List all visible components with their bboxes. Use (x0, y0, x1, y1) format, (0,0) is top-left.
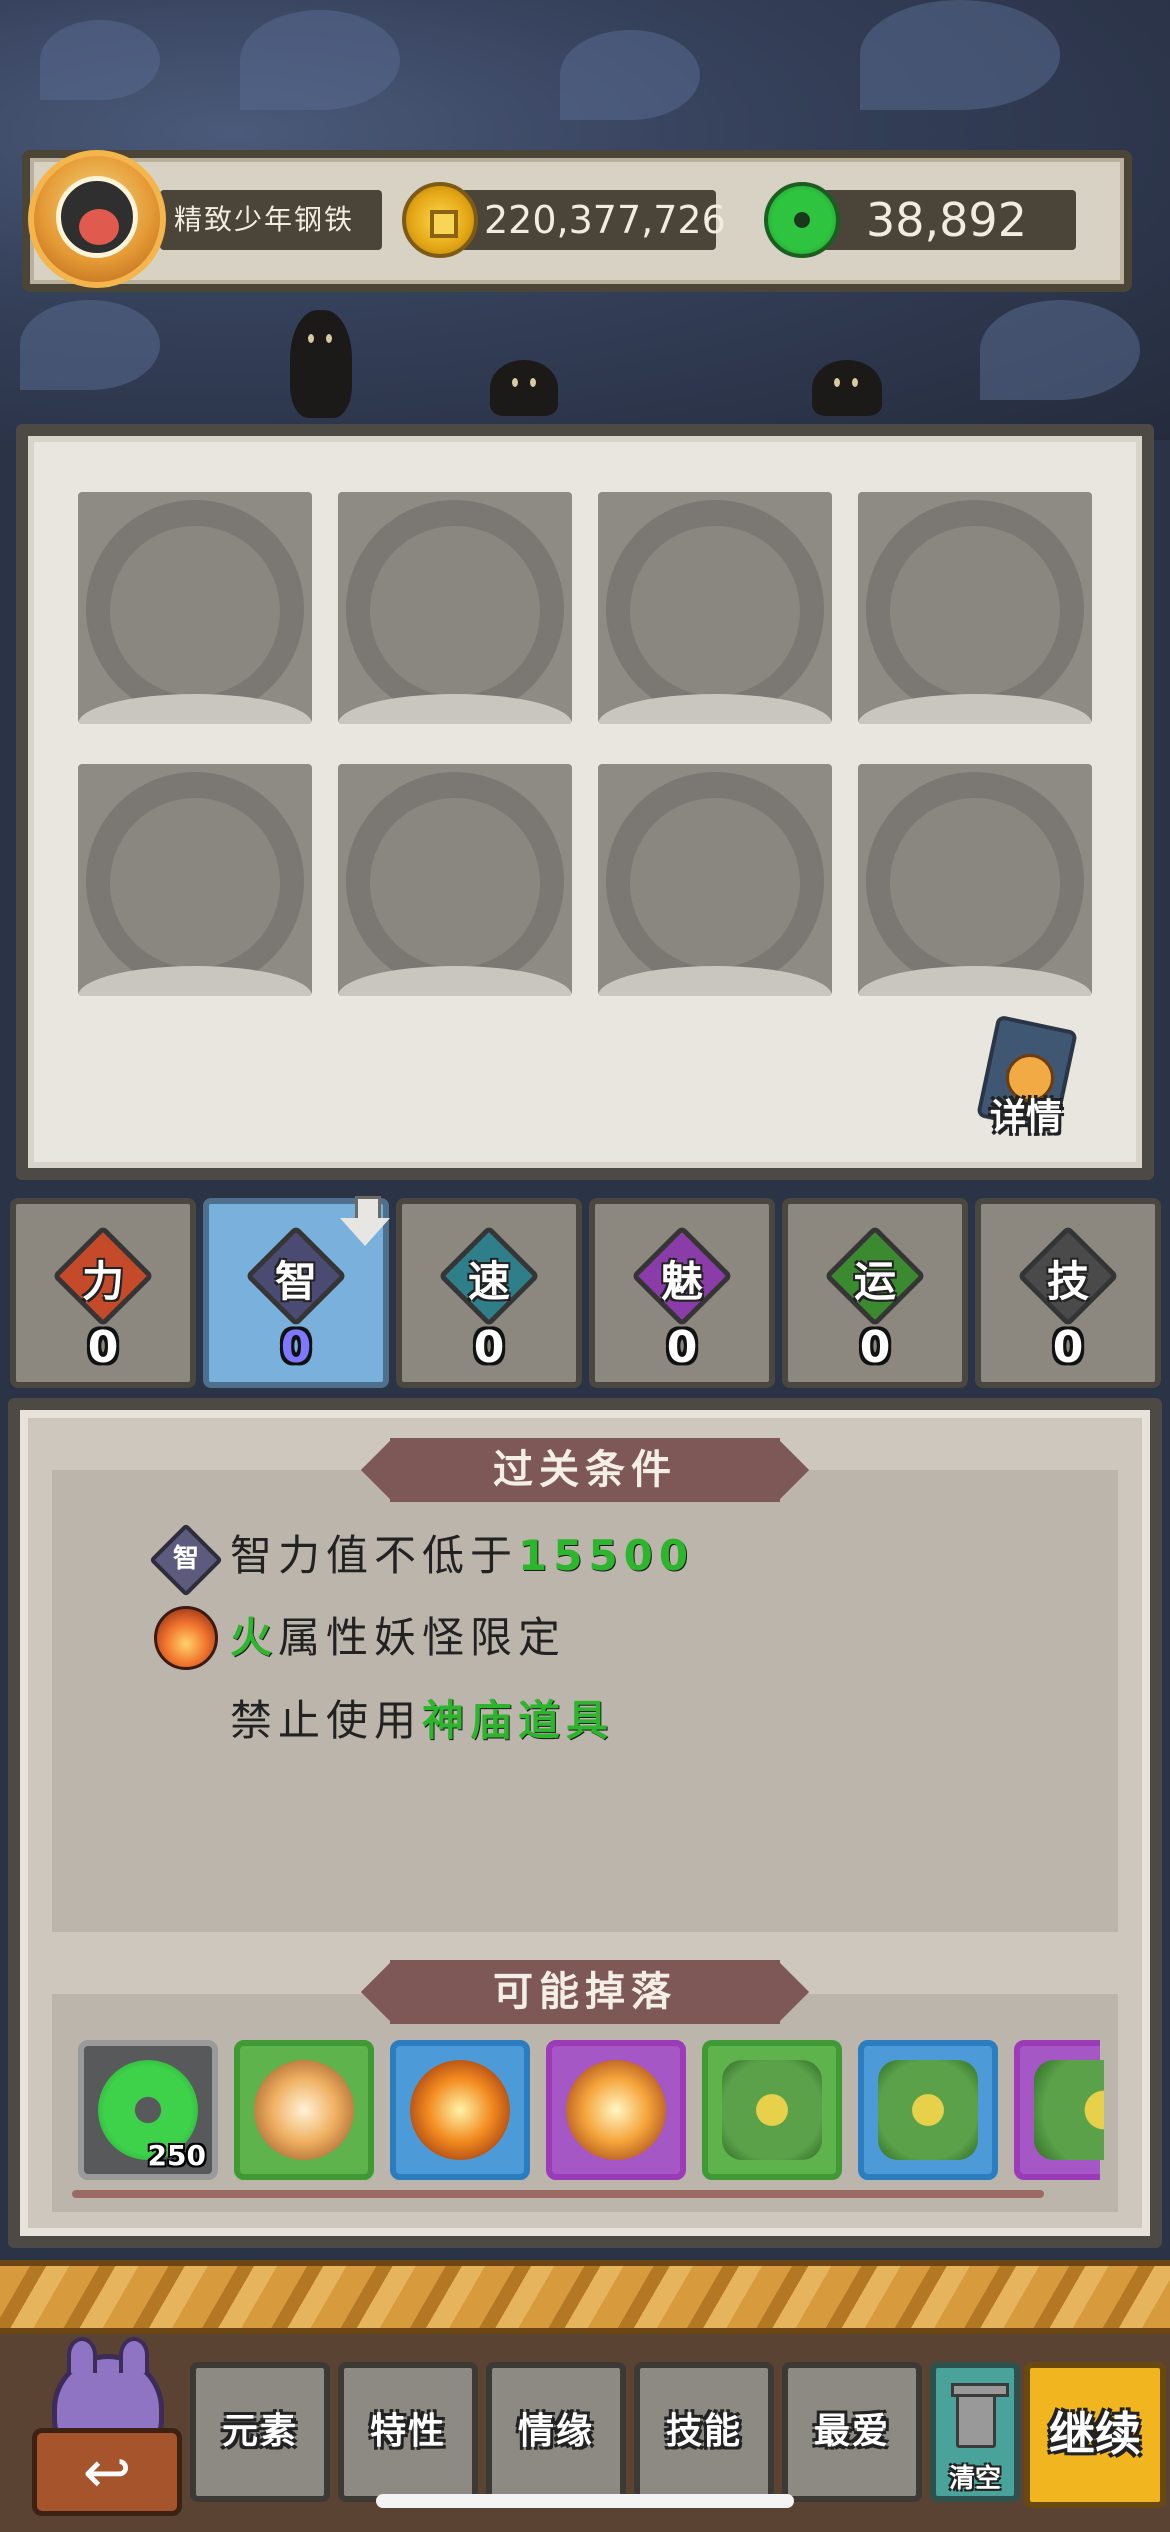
rope-divider (0, 2260, 1170, 2334)
fire-icon (154, 1606, 218, 1670)
tab-strength[interactable]: 力 0 (10, 1198, 196, 1388)
condition-intelligence: 智力值不低于15500 (230, 1531, 695, 1580)
drop-item[interactable] (234, 2040, 374, 2180)
traits-button[interactable]: 特性 (338, 2362, 478, 2502)
monster-silhouette (290, 310, 352, 418)
drop-item[interactable] (702, 2040, 842, 2180)
player-name: 精致少年钢铁 (160, 190, 382, 250)
condition-items: 禁止使用神庙道具 (230, 1696, 615, 1745)
team-slot[interactable] (338, 764, 572, 996)
clear-button[interactable]: 清空 (930, 2362, 1020, 2502)
coin-icon (402, 182, 478, 258)
monster-silhouette (490, 360, 558, 416)
fire-orb-icon (566, 2060, 666, 2160)
strength-value: 0 (87, 1322, 119, 1373)
back-button[interactable]: ↩ (24, 2337, 190, 2524)
luck-value: 0 (859, 1322, 891, 1373)
drop-count: 250 (147, 2139, 206, 2172)
speed-value: 0 (473, 1322, 505, 1373)
condition-items-name: 神庙道具 (422, 1696, 615, 1745)
team-slot[interactable] (858, 492, 1092, 724)
team-slot[interactable] (598, 492, 832, 724)
tab-skill[interactable]: 技 0 (975, 1198, 1161, 1388)
player-avatar[interactable] (28, 150, 166, 288)
details-button[interactable]: 详情 (968, 1014, 1088, 1138)
tab-speed[interactable]: 速 0 (396, 1198, 582, 1388)
wind-orb-icon (254, 2060, 354, 2160)
drop-item[interactable] (858, 2040, 998, 2180)
intelligence-value: 0 (280, 1322, 312, 1373)
tab-luck[interactable]: 运 0 (782, 1198, 968, 1388)
home-indicator[interactable] (376, 2494, 794, 2508)
condition-element-name: 火 (230, 1613, 279, 1662)
monster-silhouette (812, 360, 882, 416)
team-slot[interactable] (338, 492, 572, 724)
bonds-button[interactable]: 情缘 (486, 2362, 626, 2502)
condition-element: 火属性妖怪限定 (230, 1613, 567, 1662)
team-slot[interactable] (78, 764, 312, 996)
details-label: 详情 (990, 1097, 1063, 1138)
elements-button[interactable]: 元素 (190, 2362, 330, 2502)
skills-button[interactable]: 技能 (634, 2362, 774, 2502)
drop-item[interactable]: 250 (78, 2040, 218, 2180)
back-arrow-icon: ↩ (32, 2428, 182, 2516)
conditions-title: 过关条件 (390, 1438, 780, 1502)
team-slot[interactable] (598, 764, 832, 996)
continue-button[interactable]: 继续 (1024, 2362, 1166, 2508)
jade-icon (764, 182, 840, 258)
trash-icon (951, 2383, 1009, 2448)
drops-title: 可能掉落 (390, 1960, 780, 2024)
drop-item[interactable] (1014, 2040, 1104, 2180)
fire-orb-icon (410, 2060, 510, 2160)
clover-gem-icon (878, 2060, 978, 2160)
drops-scrollbar[interactable] (72, 2190, 1044, 2198)
skill-value: 0 (1052, 1322, 1084, 1373)
drop-item[interactable] (546, 2040, 686, 2180)
drop-item[interactable] (390, 2040, 530, 2180)
arrow-down-icon (340, 1196, 390, 1250)
condition-intelligence-value: 15500 (518, 1531, 695, 1580)
charm-value: 0 (666, 1322, 698, 1373)
team-slot[interactable] (78, 492, 312, 724)
favorites-button[interactable]: 最爱 (782, 2362, 922, 2502)
team-slot[interactable] (858, 764, 1092, 996)
jester-avatar-icon (56, 176, 138, 258)
clover-gem-icon (722, 2060, 822, 2160)
tab-charm[interactable]: 魅 0 (589, 1198, 775, 1388)
clover-gem-icon (1034, 2060, 1104, 2160)
